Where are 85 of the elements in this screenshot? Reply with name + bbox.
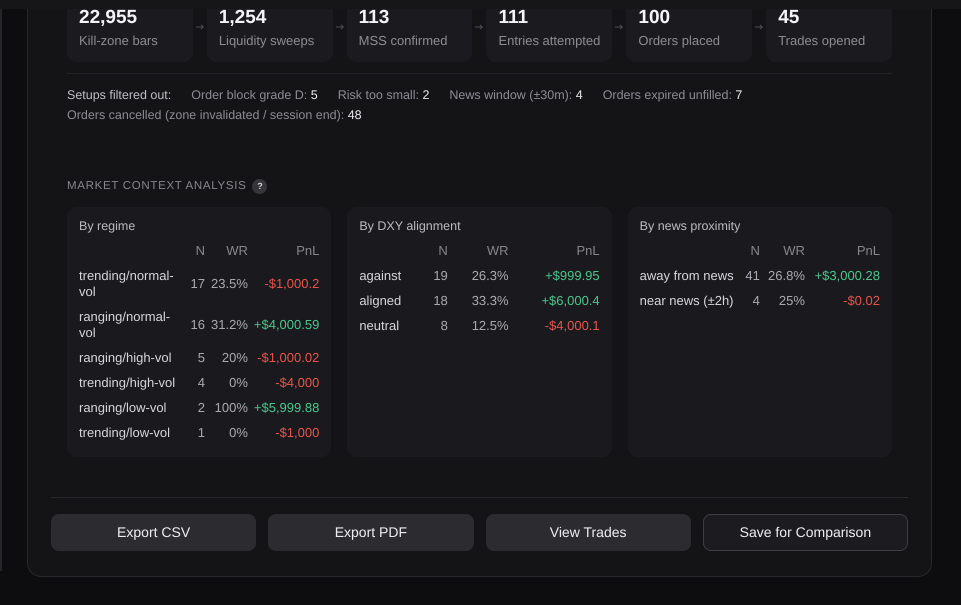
column-header: WR [782,242,805,260]
trade-count: 16 [190,316,206,334]
win-rate: 100% [214,398,248,416]
trade-count: 8 [440,316,448,334]
win-rate: 31.2% [210,316,248,334]
stat-value: 45 [778,10,800,26]
stat-label: MSS confirmed [358,32,449,50]
row-label: aligned [359,292,402,310]
pnl-value: -$4,000.1 [508,313,600,338]
card-title: By DXY alignment [359,218,462,235]
pnl-value: -$4,000 [274,374,320,392]
win-rate: 25% [778,292,805,310]
row-label: away from news [640,266,735,285]
row-label: trending/normal-vol [79,266,175,300]
arrow-right-icon [755,24,764,30]
win-rate: 0% [205,370,248,395]
card-title: By regime [79,218,136,235]
trade-count: 1 [196,424,206,442]
filter-title: Setups filtered out: [67,87,172,104]
stat-value: 111 [498,10,530,26]
filter-stat: Risk too small: 2 [338,87,430,104]
column-header: PnL [295,242,320,260]
arrow-right-icon [615,24,624,30]
trade-count: 2 [196,398,206,416]
pnl-value: +$999.95 [508,263,600,288]
filter-stat: Orders cancelled (zone invalidated / session end): 48 [67,107,362,124]
action-button[interactable]: Save for Comparison [702,514,908,551]
pnl-value: +$4,000.59 [252,316,320,334]
stat-label: Entries attempted [498,32,600,50]
row-label: neutral [359,316,400,334]
column-header: WR [225,242,248,260]
win-rate: 12.5% [470,316,509,334]
column-header: WR [486,242,509,260]
row-label: ranging/normal-vol [79,308,172,342]
stat-value: 22,955 [79,10,138,26]
win-rate: 23.5% [210,274,248,292]
trade-count: 4 [196,374,206,392]
pnl-value: +$5,999.88 [252,398,320,416]
stat-label: Kill-zone bars [79,32,159,50]
row-label: trending/high-vol [79,374,176,392]
win-rate: 26.3% [470,266,509,284]
help-button[interactable]: ? [252,178,268,194]
column-header: N [194,242,206,260]
trade-count: 41 [744,266,760,284]
trade-count: 5 [196,348,206,366]
row-label: trending/low-vol [79,424,172,442]
filter-stat: Order block grade D: 5 [191,87,318,104]
pnl-value: -$1,000.02 [256,348,320,366]
stat-label: Trades opened [778,32,866,50]
pnl-value: -$1,000 [274,424,320,442]
pnl-value: -$1,000.2 [263,274,320,292]
win-rate: 20% [220,348,248,366]
stat-value: 100 [638,10,672,26]
column-header: N [437,242,448,260]
column-header: PnL [856,242,880,260]
win-rate: 26.8% [767,266,805,284]
trade-count: 17 [190,274,206,292]
row-label: ranging/low-vol [79,398,168,417]
action-button[interactable]: View Trades [486,514,691,551]
stat-label: Liquidity sweeps [218,32,316,50]
action-button[interactable]: Export CSV [51,514,256,551]
trade-count: 19 [432,266,448,284]
arrow-right-icon [196,24,204,30]
pnl-value: +$3,000.28 [814,266,880,284]
row-label: ranging/high-vol [79,348,173,367]
pnl-value: -$0.02 [842,292,880,310]
stat-value: 113 [358,10,390,26]
filter-stat: Orders expired unfilled: 7 [602,87,742,104]
card-title: By news proximity [640,218,742,235]
row-label: near news (±2h) [640,292,734,310]
pnl-value: +$6,000.4 [508,288,600,313]
win-rate: 0% [228,424,248,442]
arrow-right-icon [336,24,344,30]
column-header: N [749,242,760,260]
section-title: MARKET CONTEXT ANALYSIS [67,179,246,194]
trade-count: 18 [432,292,448,310]
stat-value: 1,254 [218,10,268,26]
win-rate: 33.3% [470,292,509,310]
trade-count: 4 [752,292,760,310]
stat-label: Orders placed [638,32,722,50]
action-button[interactable]: Export PDF [268,514,474,551]
filter-stat: News window (±30m): 4 [449,87,583,104]
arrow-right-icon [475,24,484,30]
column-header: PnL [576,242,600,260]
row-label: against [359,266,402,285]
